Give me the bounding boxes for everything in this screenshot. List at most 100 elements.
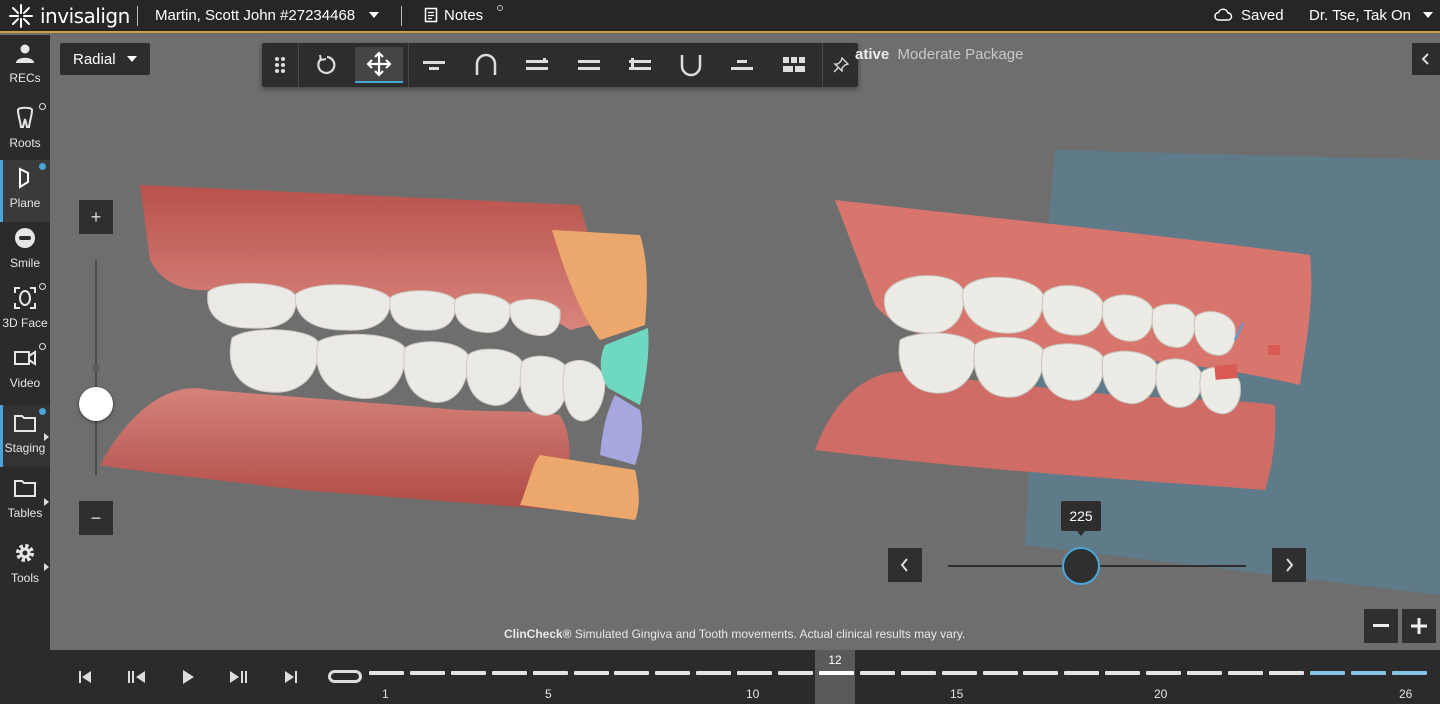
clincheck-disclaimer: ClinCheck® Simulated Gingiva and Tooth m… (504, 627, 965, 641)
stage-zero-marker[interactable] (328, 670, 362, 683)
step-forward-icon (230, 671, 247, 683)
stage-slider-handle[interactable] (1062, 547, 1100, 585)
stage-segment[interactable] (696, 671, 732, 675)
rotate-tool-button[interactable] (304, 47, 348, 83)
stage-prev-button[interactable] (888, 548, 922, 582)
parallel-lines-button[interactable] (515, 47, 559, 83)
view-zoom-out-button[interactable] (1364, 609, 1398, 643)
move-icon (366, 51, 392, 77)
next-stage-button[interactable] (227, 666, 251, 688)
zoom-slider-handle[interactable] (79, 387, 113, 421)
person-icon (16, 44, 34, 63)
stage-segment[interactable] (614, 671, 650, 675)
3d-viewport[interactable]: Radial ative Moderate Package + − 225 Cl… (50, 35, 1440, 650)
plus-icon: + (90, 206, 102, 227)
sidebar-item-tools[interactable]: Tools (0, 535, 50, 597)
last-stage-button[interactable] (279, 666, 303, 688)
toolbar-divider (408, 43, 409, 87)
sidebar-item-smile[interactable]: Smile (0, 220, 50, 282)
stage-segment[interactable] (450, 671, 486, 675)
notes-button[interactable]: Notes (424, 3, 504, 27)
stage-segment[interactable] (1391, 671, 1427, 675)
stage-segment[interactable] (369, 671, 404, 675)
sidebar-item-recs[interactable]: RECs (0, 35, 50, 97)
doctor-menu[interactable]: Dr. Tse, Tak On (1309, 3, 1433, 27)
stage-value-tooltip: 225 (1061, 501, 1101, 536)
stage-segment[interactable] (491, 671, 527, 675)
stage-segment[interactable] (859, 671, 895, 675)
play-button[interactable] (176, 666, 200, 688)
stage-segment[interactable] (1105, 671, 1141, 675)
stage-segment[interactable] (655, 671, 691, 675)
stage-timeline: 12 1 5 10 15 20 26 (0, 650, 1440, 704)
patient-selector[interactable]: Martin, Scott John #27234468 (155, 3, 380, 27)
double-line-button[interactable] (567, 47, 611, 83)
sidebar-item-staging[interactable]: Staging (0, 405, 50, 467)
pin-toolbar-button[interactable] (824, 47, 858, 83)
view-mode-label: Radial (73, 50, 116, 68)
zoom-out-button[interactable]: − (79, 501, 113, 535)
sidebar-item-plane[interactable]: Plane (0, 160, 50, 222)
stage-segment[interactable] (532, 671, 568, 675)
stage-segment[interactable] (409, 671, 445, 675)
arch-button[interactable] (464, 47, 508, 83)
double-line-icon (578, 60, 600, 70)
stage-segment[interactable] (1309, 671, 1345, 675)
doctor-name: Dr. Tse, Tak On (1309, 6, 1411, 24)
zoom-in-button[interactable]: + (79, 200, 113, 234)
sidebar-item-label: Smile (9, 256, 40, 270)
chevron-down-icon (126, 56, 137, 62)
stage-next-button[interactable] (1272, 548, 1306, 582)
step-back-icon (128, 671, 145, 683)
centered-line-button[interactable] (720, 47, 764, 83)
submenu-arrow-icon (44, 498, 49, 506)
notes-indicator-dot (497, 5, 504, 11)
stage-segment[interactable] (1227, 671, 1263, 675)
view-mode-dropdown[interactable]: Radial (60, 43, 150, 75)
play-icon (183, 670, 194, 684)
u-shape-button[interactable] (669, 47, 713, 83)
stage-segment[interactable] (1187, 671, 1222, 675)
folder-icon (14, 415, 36, 432)
collapse-panel-button[interactable] (1412, 43, 1440, 75)
top-bar: invisalign Martin, Scott John #27234468 … (0, 0, 1440, 33)
arch-icon (475, 53, 497, 75)
move-tool-button[interactable] (355, 47, 403, 83)
sidebar-item-label: Tables (7, 506, 43, 520)
chevron-left-icon (900, 558, 908, 572)
sidebar-item-label: Staging (4, 441, 46, 455)
left-jaw-model[interactable] (100, 180, 690, 520)
stage-tick-label: 26 (1399, 687, 1413, 701)
stage-segment[interactable] (1268, 671, 1304, 675)
stage-segment[interactable] (1064, 671, 1100, 675)
view-zoom-in-button[interactable] (1402, 609, 1436, 643)
sidebar-item-tables[interactable]: Tables (0, 470, 50, 532)
stage-segment[interactable] (778, 671, 813, 675)
occlusal-plane-icon (423, 61, 445, 70)
first-stage-button[interactable] (73, 666, 97, 688)
stage-segment[interactable] (1146, 671, 1182, 675)
stage-segment[interactable] (573, 671, 609, 675)
smile-icon (15, 228, 35, 248)
stage-segment[interactable] (941, 671, 977, 675)
stage-segment[interactable] (900, 671, 936, 675)
stage-segment[interactable] (982, 671, 1018, 675)
occlusal-plane-button[interactable] (412, 47, 456, 83)
minus-icon (1373, 624, 1389, 627)
previous-stage-button[interactable] (124, 666, 148, 688)
grid-view-button[interactable] (772, 47, 816, 83)
divider (401, 6, 402, 26)
stage-segment[interactable] (737, 671, 773, 675)
stacked-lines-button[interactable] (618, 47, 662, 83)
stage-segment[interactable] (1023, 671, 1059, 675)
sidebar-item-video[interactable]: Video (0, 340, 50, 402)
saved-label: Saved (1241, 6, 1284, 24)
stage-segment[interactable] (818, 671, 854, 675)
toolbar-drag-handle[interactable] (262, 47, 298, 83)
tooth-tool-toolbar (262, 43, 858, 87)
stage-segment[interactable] (1350, 671, 1386, 675)
right-jaw-model[interactable] (815, 145, 1440, 595)
sidebar-item-3d-face[interactable]: 3D Face (0, 280, 50, 342)
sidebar-item-roots[interactable]: Roots (0, 100, 50, 162)
plus-icon (1411, 618, 1427, 634)
